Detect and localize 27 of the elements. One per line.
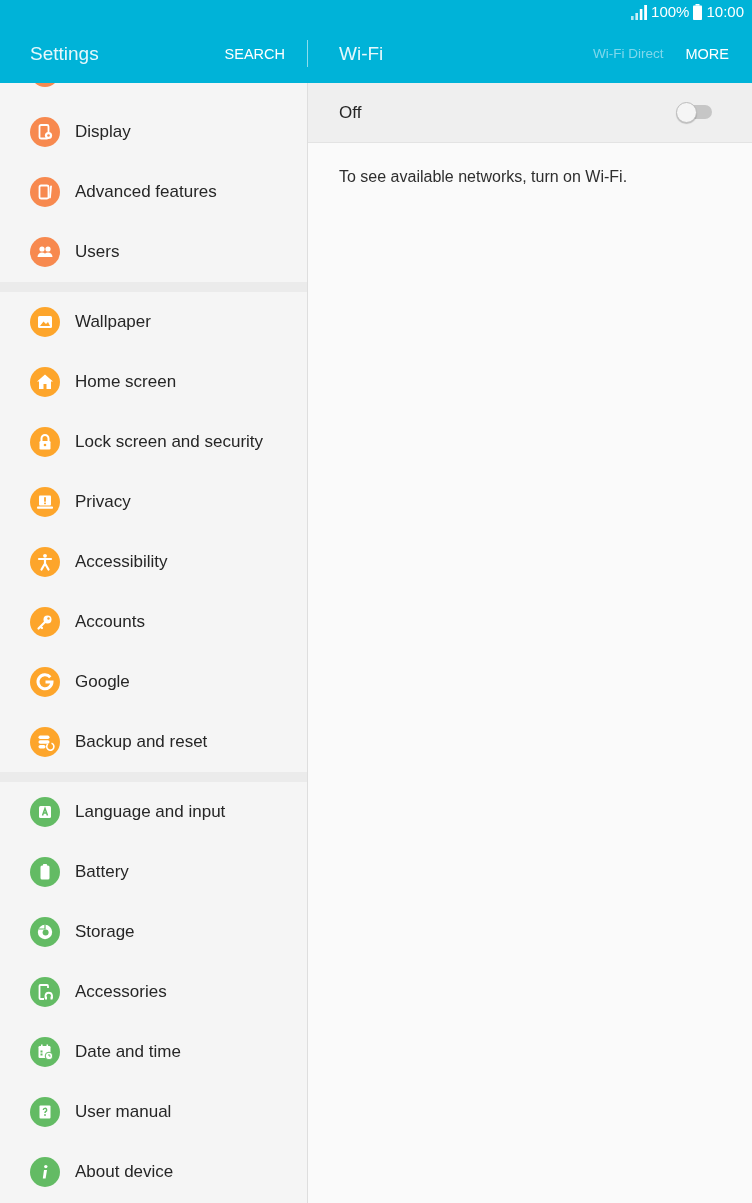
signal-icon — [631, 4, 648, 20]
settings-item[interactable]: Battery — [0, 842, 307, 902]
battery-icon — [693, 4, 703, 20]
settings-item[interactable]: Advanced features — [0, 162, 307, 222]
settings-title: Settings — [30, 41, 99, 66]
settings-item[interactable]: Users — [0, 222, 307, 282]
settings-item[interactable]: Date and time — [0, 1022, 307, 1082]
settings-item[interactable]: User manual — [0, 1082, 307, 1142]
settings-item[interactable]: Google — [0, 652, 307, 712]
toggle-switch[interactable] — [676, 102, 712, 123]
settings-item[interactable]: Backup and reset — [0, 712, 307, 772]
battery-level: 100% — [651, 3, 690, 21]
clock-time: 10:00 — [706, 3, 744, 21]
settings-item[interactable]: Home screen — [0, 352, 307, 412]
settings-item[interactable]: Privacy — [0, 472, 307, 532]
settings-item[interactable]: Accessories — [0, 962, 307, 1022]
switch-label: Off — [339, 102, 362, 123]
settings-item[interactable]: Accounts — [0, 592, 307, 652]
settings-item[interactable]: Language and input — [0, 782, 307, 842]
settings-item[interactable]: Lock screen and security — [0, 412, 307, 472]
settings-item[interactable]: Display — [0, 102, 307, 162]
info-message: To see available networks, turn on Wi-Fi. — [338, 167, 629, 187]
page-title: Wi-Fi — [339, 41, 384, 66]
settings-item[interactable]: Wallpaper — [0, 292, 307, 352]
settings-item[interactable]: Storage — [0, 902, 307, 962]
settings-item[interactable]: About device — [0, 1142, 307, 1202]
settings-item[interactable]: Accessibility — [0, 532, 307, 592]
